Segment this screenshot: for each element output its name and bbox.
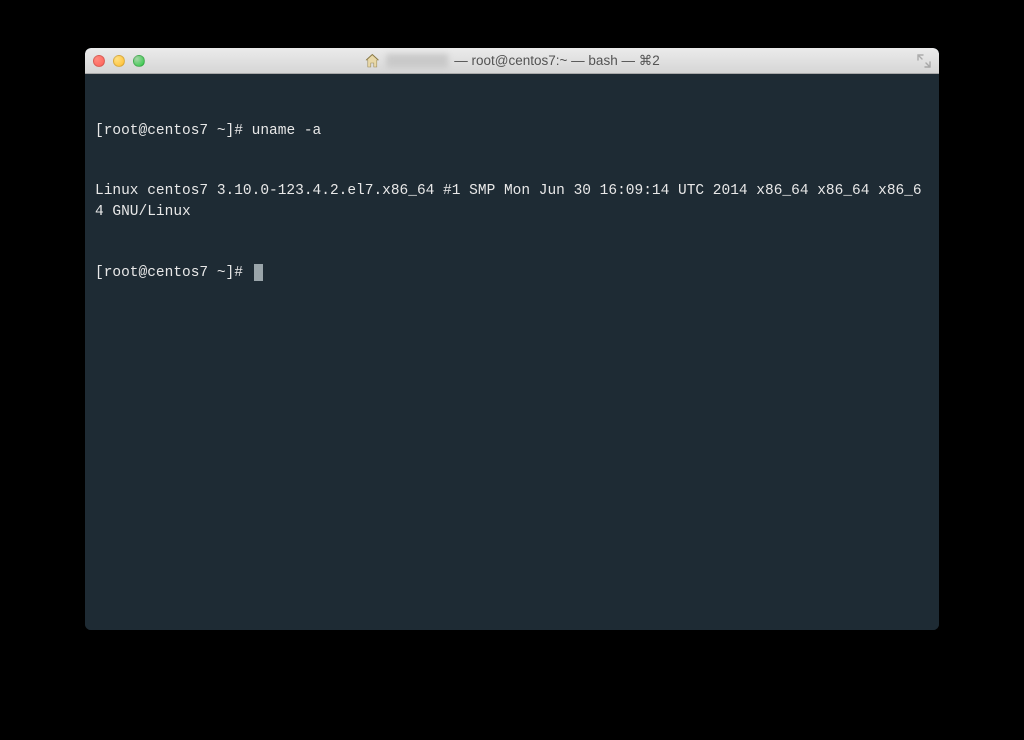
home-folder-icon bbox=[364, 53, 380, 69]
traffic-lights bbox=[93, 55, 145, 67]
shell-prompt: [root@centos7 ~]# bbox=[95, 265, 252, 281]
close-button[interactable] bbox=[93, 55, 105, 67]
minimize-button[interactable] bbox=[113, 55, 125, 67]
terminal-content[interactable]: [root@centos7 ~]# uname -a Linux centos7… bbox=[85, 74, 939, 630]
titlebar[interactable]: — root@centos7:~ — bash — ⌘2 bbox=[85, 48, 939, 74]
fullscreen-button[interactable] bbox=[917, 54, 931, 68]
terminal-line: [root@centos7 ~]# uname -a bbox=[95, 121, 929, 141]
terminal-window: — root@centos7:~ — bash — ⌘2 [root@cento… bbox=[85, 48, 939, 630]
window-title: — root@centos7:~ — bash — ⌘2 bbox=[364, 53, 659, 69]
shell-prompt: [root@centos7 ~]# bbox=[95, 123, 252, 139]
cursor-icon bbox=[254, 264, 263, 281]
redacted-hostname bbox=[386, 54, 448, 68]
zoom-button[interactable] bbox=[133, 55, 145, 67]
window-title-text: — root@centos7:~ — bash — ⌘2 bbox=[454, 53, 659, 69]
terminal-output: Linux centos7 3.10.0-123.4.2.el7.x86_64 … bbox=[95, 181, 929, 222]
terminal-line: [root@centos7 ~]# bbox=[95, 263, 929, 283]
command-text: uname -a bbox=[252, 123, 322, 139]
